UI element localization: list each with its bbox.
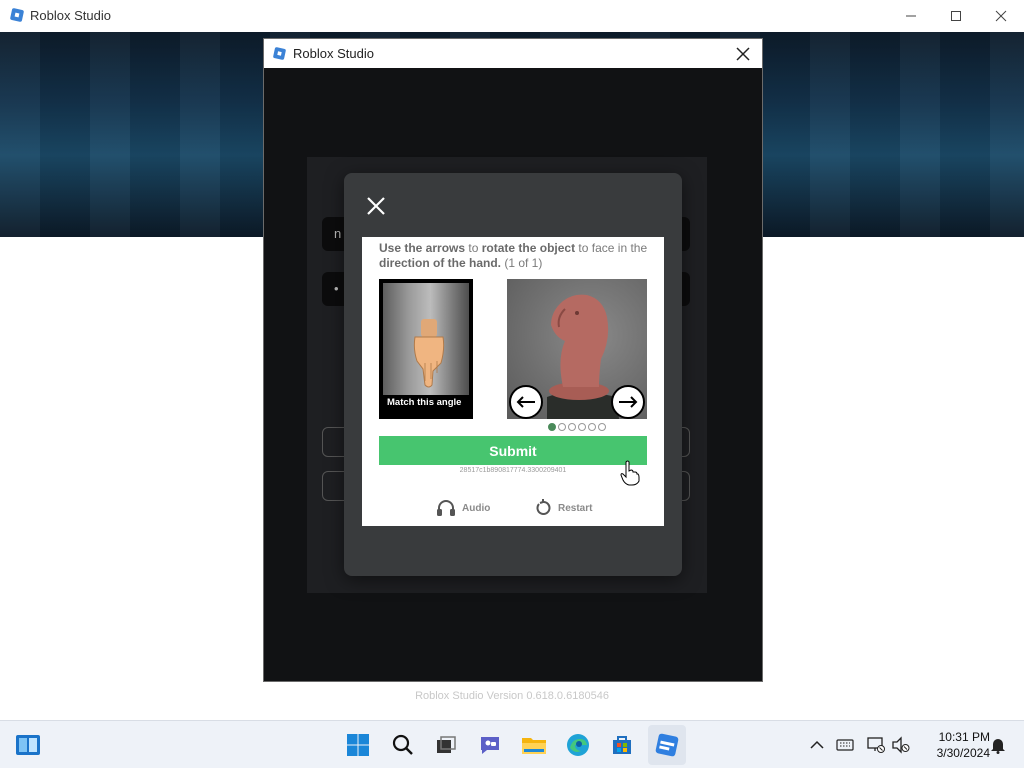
store-button[interactable]	[608, 731, 636, 759]
search-icon	[392, 734, 413, 755]
page-dot[interactable]	[588, 423, 596, 431]
arrow-left-icon	[516, 396, 535, 408]
volume-muted-icon	[892, 736, 910, 754]
session-id: 28517c1b890817774.3300209401	[459, 467, 567, 474]
clock-date: 3/30/2024	[936, 746, 990, 760]
restart-button[interactable]: Restart	[534, 499, 592, 517]
dialog-title: Roblox Studio	[293, 46, 374, 61]
page-dot[interactable]	[578, 423, 586, 431]
roblox-studio-icon	[655, 733, 679, 757]
captcha-close-button[interactable]	[363, 193, 389, 219]
volume-button[interactable]	[891, 735, 911, 755]
start-icon	[347, 734, 369, 756]
restart-icon	[536, 499, 551, 515]
chat-button[interactable]	[476, 731, 504, 759]
chevron-up-icon	[810, 740, 824, 749]
roblox-studio-taskbar-button[interactable]	[653, 731, 681, 759]
captcha-instruction: Use the arrows to rotate the object to f…	[379, 241, 648, 270]
close-icon	[995, 10, 1007, 22]
maximize-icon	[951, 11, 961, 21]
network-disconnected-icon	[867, 737, 885, 753]
audio-button[interactable]: Audio	[436, 499, 490, 517]
hand-icon	[413, 319, 445, 388]
close-icon	[736, 46, 750, 61]
app-titlebar: Roblox Studio	[0, 0, 1024, 32]
hand-cursor-icon	[620, 460, 640, 486]
version-text: Roblox Studio Version 0.618.0.6180546	[415, 690, 609, 702]
reference-image: Match this angle	[379, 279, 473, 419]
widgets-icon	[16, 735, 40, 755]
network-button[interactable]	[866, 735, 886, 755]
task-view-button[interactable]	[432, 731, 460, 759]
clock-time: 10:31 PM	[938, 730, 990, 744]
minimize-icon	[906, 15, 916, 17]
app-title: Roblox Studio	[30, 8, 111, 23]
roblox-logo-icon	[273, 47, 286, 60]
captcha-modal: Use the arrows to rotate the object to f…	[344, 173, 682, 576]
page-dot[interactable]	[598, 423, 606, 431]
taskbar: 10:31 PM 3/30/2024	[0, 720, 1024, 768]
file-explorer-icon	[522, 738, 546, 754]
edge-icon	[567, 734, 589, 756]
page-indicator	[548, 423, 606, 431]
restart-label: Restart	[558, 502, 593, 514]
captcha-challenge: Use the arrows to rotate the object to f…	[362, 237, 664, 526]
keyboard-icon	[836, 739, 854, 751]
rotate-right-button[interactable]	[611, 385, 645, 419]
clock[interactable]: 10:31 PM 3/30/2024	[918, 729, 990, 761]
page-dot[interactable]	[558, 423, 566, 431]
minimize-button[interactable]	[888, 0, 934, 32]
page-dot[interactable]	[568, 423, 576, 431]
widgets-button[interactable]	[14, 731, 42, 759]
dialog-close-button[interactable]	[728, 39, 758, 68]
rotating-object-image	[507, 279, 647, 419]
audio-label: Audio	[462, 502, 491, 514]
maximize-button[interactable]	[933, 0, 979, 32]
arrow-right-icon	[619, 396, 638, 408]
start-button[interactable]	[344, 731, 372, 759]
file-explorer-button[interactable]	[520, 731, 548, 759]
headphones-icon	[437, 500, 455, 516]
rotate-left-button[interactable]	[509, 385, 543, 419]
notifications-button[interactable]	[988, 735, 1008, 755]
submit-button[interactable]: Submit	[379, 436, 647, 465]
page-dot[interactable]	[548, 423, 556, 431]
notification-bell-icon	[991, 739, 1005, 754]
roblox-logo-icon	[10, 8, 24, 22]
task-view-icon	[437, 736, 456, 753]
edge-button[interactable]	[564, 731, 592, 759]
store-icon	[613, 736, 631, 754]
chat-icon	[481, 737, 499, 754]
search-button[interactable]	[389, 731, 417, 759]
show-hidden-icons-button[interactable]	[807, 735, 827, 755]
reference-label: Match this angle	[387, 397, 462, 408]
dialog-titlebar: Roblox Studio	[264, 39, 762, 68]
close-window-button[interactable]	[978, 0, 1024, 32]
keyboard-button[interactable]	[835, 735, 855, 755]
